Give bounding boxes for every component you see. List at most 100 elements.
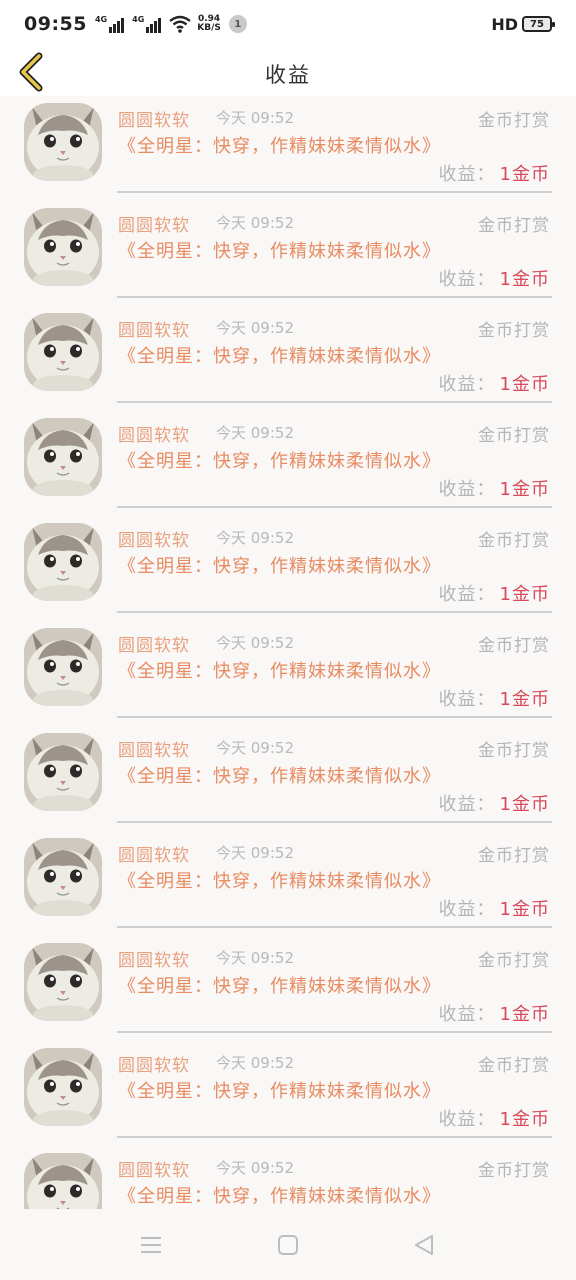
status-time: 09:55 (24, 13, 87, 35)
reward-type: 金币打赏 (478, 426, 550, 446)
income-label: 收益： (438, 584, 496, 605)
avatar[interactable] (24, 838, 102, 916)
avatar[interactable] (24, 208, 102, 286)
sender-name: 圆圆软软 (118, 846, 190, 866)
income-value: 1金币 (499, 164, 550, 185)
cat-avatar-image (24, 418, 102, 496)
income-list-item[interactable]: 圆圆软软 今天 09:52 金币打赏 《全明星：快穿，作精妹妹柔情似水》 收益：… (0, 621, 576, 726)
income-list-item[interactable]: 圆圆软软 今天 09:52 金币打赏 《全明星：快穿，作精妹妹柔情似水》 收益：… (0, 306, 576, 411)
income-label: 收益： (438, 479, 496, 500)
network-speed: 0.94 KB/S (197, 15, 221, 33)
income-label: 收益： (438, 1109, 496, 1130)
system-nav-bar (0, 1209, 576, 1280)
cat-avatar-image (24, 208, 102, 286)
avatar[interactable] (24, 628, 102, 706)
cat-avatar-image (24, 313, 102, 391)
divider (117, 821, 552, 823)
income-label: 收益： (438, 899, 496, 920)
reward-time: 今天 09:52 (216, 739, 294, 757)
income-value: 1金币 (499, 269, 550, 290)
income-value: 1金币 (499, 689, 550, 710)
menu-button[interactable] (137, 1231, 165, 1259)
divider (117, 296, 552, 298)
income-list-item[interactable]: 圆圆软软 今天 09:52 金币打赏 《全明星：快穿，作精妹妹柔情似水》 收益：… (0, 96, 576, 201)
hd-label: HD (491, 14, 518, 34)
income-list-item[interactable]: 圆圆软软 今天 09:52 金币打赏 《全明星：快穿，作精妹妹柔情似水》 收益：… (0, 201, 576, 306)
income-value: 1金币 (499, 899, 550, 920)
reward-type: 金币打赏 (478, 1056, 550, 1076)
cat-avatar-image (24, 523, 102, 601)
app-header: 收益 (0, 48, 576, 96)
income-label: 收益： (438, 164, 496, 185)
avatar[interactable] (24, 313, 102, 391)
income-list-item[interactable]: 圆圆软软 今天 09:52 金币打赏 《全明星：快穿，作精妹妹柔情似水》 收益：… (0, 411, 576, 516)
reward-time: 今天 09:52 (216, 1054, 294, 1072)
reward-type: 金币打赏 (478, 216, 550, 236)
reward-type: 金币打赏 (478, 846, 550, 866)
income-value: 1金币 (499, 1109, 550, 1130)
income-list-item[interactable]: 圆圆软软 今天 09:52 金币打赏 《全明星：快穿，作精妹妹柔情似水》 收益：… (0, 831, 576, 936)
income-list-item[interactable]: 圆圆软软 今天 09:52 金币打赏 《全明星：快穿，作精妹妹柔情似水》 收益：… (0, 936, 576, 1041)
cell-signal-icon: 4G (95, 15, 125, 33)
income-amount: 收益： 1金币 (439, 475, 550, 501)
signal-tag-2: 4G (132, 15, 145, 24)
reward-type: 金币打赏 (478, 1161, 550, 1181)
cell-signal-icon-2: 4G (132, 15, 162, 33)
avatar[interactable] (24, 1048, 102, 1126)
avatar[interactable] (24, 103, 102, 181)
sender-name: 圆圆软软 (118, 426, 190, 446)
status-right: HD 75 (491, 14, 555, 34)
income-amount: 收益： 1金币 (439, 160, 550, 186)
reward-type: 金币打赏 (478, 636, 550, 656)
book-title: 《全明星：快穿，作精妹妹柔情似水》 (118, 241, 441, 262)
sender-name: 圆圆软软 (118, 321, 190, 341)
income-label: 收益： (438, 269, 496, 290)
sender-name: 圆圆软软 (118, 1161, 190, 1181)
income-amount: 收益： 1金币 (439, 370, 550, 396)
book-title: 《全明星：快穿，作精妹妹柔情似水》 (118, 1081, 441, 1102)
book-title: 《全明星：快穿，作精妹妹柔情似水》 (118, 451, 441, 472)
income-label: 收益： (438, 689, 496, 710)
home-button[interactable] (274, 1231, 302, 1259)
avatar[interactable] (24, 418, 102, 496)
page-title: 收益 (265, 63, 311, 87)
divider (117, 716, 552, 718)
income-amount: 收益： 1金币 (439, 895, 550, 921)
book-title: 《全明星：快穿，作精妹妹柔情似水》 (118, 556, 441, 577)
avatar[interactable] (24, 1153, 102, 1209)
divider (117, 926, 552, 928)
income-value: 1金币 (499, 584, 550, 605)
book-title: 《全明星：快穿，作精妹妹柔情似水》 (118, 1186, 441, 1207)
speed-unit: KB/S (197, 23, 221, 33)
divider (117, 611, 552, 613)
income-list-item[interactable]: 圆圆软软 今天 09:52 金币打赏 《全明星：快穿，作精妹妹柔情似水》 收益：… (0, 1041, 576, 1146)
sender-name: 圆圆软软 (118, 1056, 190, 1076)
cat-avatar-image (24, 103, 102, 181)
status-bar: 09:55 4G 4G 0.94 KB/S 1 HD 75 (0, 0, 576, 48)
cat-avatar-image (24, 838, 102, 916)
sender-name: 圆圆软软 (118, 216, 190, 236)
income-list[interactable]: 圆圆软软 今天 09:52 金币打赏 《全明星：快穿，作精妹妹柔情似水》 收益：… (0, 96, 576, 1209)
avatar[interactable] (24, 943, 102, 1021)
back-nav-button[interactable] (410, 1231, 438, 1259)
income-label: 收益： (438, 1004, 496, 1025)
income-list-item[interactable]: 圆圆软软 今天 09:52 金币打赏 《全明星：快穿，作精妹妹柔情似水》 收益：… (0, 726, 576, 831)
reward-time: 今天 09:52 (216, 634, 294, 652)
avatar[interactable] (24, 733, 102, 811)
income-value: 1金币 (499, 794, 550, 815)
income-amount: 收益： 1金币 (439, 265, 550, 291)
reward-time: 今天 09:52 (216, 1159, 294, 1177)
book-title: 《全明星：快穿，作精妹妹柔情似水》 (118, 136, 441, 157)
reward-type: 金币打赏 (478, 111, 550, 131)
book-title: 《全明星：快穿，作精妹妹柔情似水》 (118, 766, 441, 787)
cat-avatar-image (24, 628, 102, 706)
avatar[interactable] (24, 523, 102, 601)
reward-time: 今天 09:52 (216, 949, 294, 967)
income-list-item[interactable]: 圆圆软软 今天 09:52 金币打赏 《全明星：快穿，作精妹妹柔情似水》 收益：… (0, 1146, 576, 1209)
reward-type: 金币打赏 (478, 531, 550, 551)
income-list-item[interactable]: 圆圆软软 今天 09:52 金币打赏 《全明星：快穿，作精妹妹柔情似水》 收益：… (0, 516, 576, 621)
income-label: 收益： (438, 374, 496, 395)
divider (117, 506, 552, 508)
sender-name: 圆圆软软 (118, 636, 190, 656)
book-title: 《全明星：快穿，作精妹妹柔情似水》 (118, 871, 441, 892)
